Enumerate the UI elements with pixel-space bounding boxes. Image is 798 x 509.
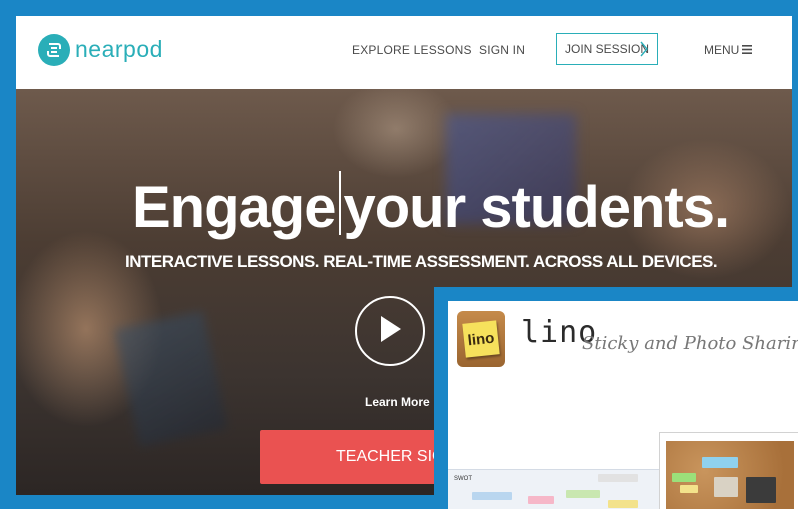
text-cursor <box>338 171 341 235</box>
nav-sign-in[interactable]: SIGN IN <box>479 43 525 57</box>
lino-board-preview-left: SWOT <box>448 469 660 509</box>
mini-note <box>566 490 600 498</box>
brand-logo[interactable]: nearpod <box>38 31 163 69</box>
brand-name: nearpod <box>75 35 163 62</box>
hero-subline: INTERACTIVE LESSONS. REAL-TIME ASSESSMEN… <box>125 252 718 271</box>
lino-app-icon: lino <box>457 311 505 367</box>
menu-button[interactable]: MENU <box>704 43 753 57</box>
lino-tagline: Sticky and Photo Sharin <box>582 333 798 354</box>
lino-logo-text: lino <box>462 320 500 358</box>
mini-note <box>528 496 554 504</box>
hamburger-icon <box>742 43 753 57</box>
join-session-label: JOIN SESSION <box>565 42 650 56</box>
nearpod-logo-icon <box>38 34 70 66</box>
photo-note <box>714 477 738 497</box>
headline-part-engage: Engage <box>132 175 336 240</box>
learn-more-link[interactable]: Learn More <box>365 395 430 409</box>
headline-part-students: your students. <box>343 175 731 240</box>
play-video-button[interactable] <box>355 296 425 366</box>
sticky-note <box>702 457 738 468</box>
menu-label: MENU <box>704 43 740 57</box>
lino-overlay-window: lino lino Sticky and Photo Sharin SWOT <box>434 287 798 509</box>
play-icon <box>377 314 403 349</box>
top-navigation-bar: nearpod EXPLORE LESSONS SIGN IN JOIN SES… <box>16 16 792 89</box>
photo-note <box>746 477 776 503</box>
lino-board-preview-right <box>659 432 798 509</box>
board-label: SWOT <box>454 476 472 482</box>
chevron-right-icon <box>639 39 649 62</box>
sticky-note <box>680 485 698 493</box>
mini-note <box>598 474 638 482</box>
join-session-button[interactable]: JOIN SESSION <box>556 33 658 65</box>
sticky-note <box>672 473 696 482</box>
lino-page: lino lino Sticky and Photo Sharin SWOT <box>448 301 798 509</box>
mini-note <box>608 500 638 508</box>
nav-explore-lessons[interactable]: EXPLORE LESSONS <box>352 43 472 57</box>
cork-board <box>666 441 794 509</box>
mini-note <box>472 492 512 500</box>
